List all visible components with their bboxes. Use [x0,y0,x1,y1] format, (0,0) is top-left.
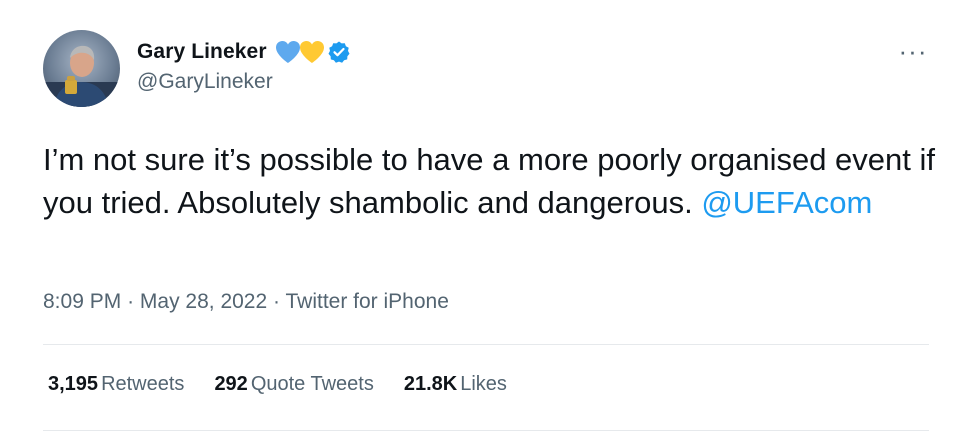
tweet-time[interactable]: 8:09 PM [43,290,121,313]
engagement-stats: 3,195 Retweets 292 Quote Tweets 21.8K Likes [48,373,507,396]
name-row: Gary Lineker [137,38,351,66]
quote-tweets-count: 292 [214,373,248,395]
avatar[interactable] [43,30,120,107]
retweets-stat[interactable]: 3,195 Retweets [48,373,184,396]
divider [43,344,929,345]
likes-stat[interactable]: 21.8K Likes [404,373,507,396]
tweet-metadata: 8:09 PM · May 28, 2022 · Twitter for iPh… [43,290,449,314]
tweet-card: Gary Lineker @GaryLineker ··· I’m not su… [0,0,962,445]
mention-link[interactable]: @UEFAcom [701,185,872,220]
yellow-heart-icon [299,41,324,63]
verified-badge-icon [328,41,350,63]
likes-label: Likes [460,373,507,395]
retweets-label: Retweets [101,373,185,395]
likes-count: 21.8K [403,373,458,395]
heart-emojis [275,40,325,64]
meta-separator: · [127,290,135,313]
retweets-count: 3,195 [48,373,99,395]
author-header: Gary Lineker @GaryLineker [137,38,351,94]
meta-separator: · [273,290,281,313]
divider [43,430,929,431]
blue-heart-icon [275,41,300,63]
tweet-date[interactable]: May 28, 2022 [140,290,267,313]
more-options-icon: ··· [898,36,928,66]
user-handle[interactable]: @GaryLineker [137,70,351,94]
tweet-source[interactable]: Twitter for iPhone [285,290,448,313]
quote-tweets-stat[interactable]: 292 Quote Tweets [214,373,373,396]
more-options-button[interactable]: ··· [898,36,928,66]
display-name[interactable]: Gary Lineker [137,40,267,64]
tweet-text: I’m not sure it’s possible to have a mor… [43,138,943,224]
quote-tweets-label: Quote Tweets [250,373,374,395]
